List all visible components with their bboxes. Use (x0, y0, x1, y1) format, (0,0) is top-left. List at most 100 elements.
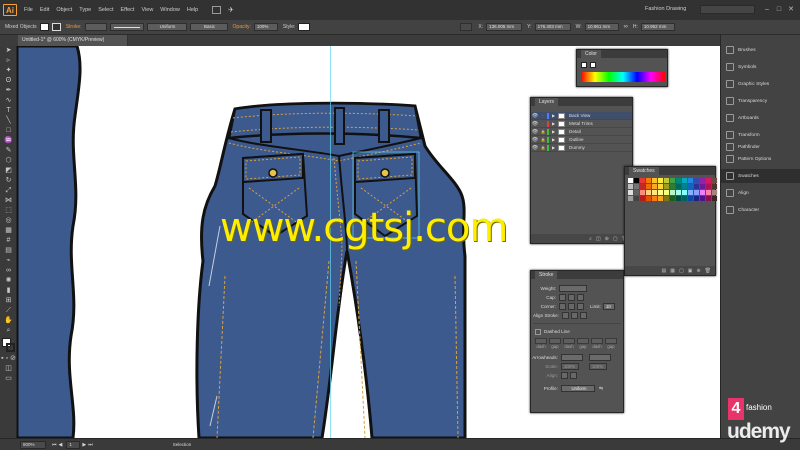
opacity-field[interactable]: 100% (253, 23, 278, 31)
menu-effect[interactable]: Effect (121, 7, 135, 13)
lock-icon[interactable]: ▫ (539, 113, 547, 118)
dock-character[interactable]: Character (721, 203, 800, 217)
make-clipping-mask-icon[interactable]: ◫ (596, 236, 601, 242)
hand-tool-icon[interactable]: ✋ (0, 316, 17, 326)
shaper-tool-icon[interactable]: ⬡ (0, 156, 17, 166)
dock-graphic-styles[interactable]: Graphic Styles (721, 77, 800, 91)
align-center-button[interactable] (562, 312, 569, 319)
screen-mode-icon[interactable]: ▭ (0, 374, 17, 384)
swatch[interactable] (676, 190, 681, 195)
opacity-label[interactable]: Opacity: (233, 24, 251, 30)
zoom-tool-icon[interactable]: ⌕ (0, 326, 17, 336)
start-scale-field[interactable]: 100% (561, 363, 579, 370)
menu-select[interactable]: Select (98, 7, 113, 13)
dock-pattern-options[interactable]: Pattern Options (721, 152, 800, 166)
swatch[interactable] (646, 196, 651, 201)
swatch[interactable] (652, 196, 657, 201)
swatch[interactable] (706, 178, 711, 183)
swatch[interactable] (634, 178, 639, 183)
arrow-tip-align-button[interactable] (561, 372, 568, 379)
constrain-icon[interactable]: ∞ (624, 24, 628, 30)
swatch-grid[interactable] (625, 175, 717, 204)
swatch[interactable] (688, 196, 693, 201)
minimize-icon[interactable]: – (762, 5, 772, 14)
pencil-tool-icon[interactable]: ✎ (0, 146, 17, 156)
stroke-label[interactable]: Stroke: (66, 24, 82, 30)
lock-icon[interactable]: 🔒 (539, 145, 547, 150)
width-tool-icon[interactable]: ⋈ (0, 196, 17, 206)
dock-swatches[interactable]: Swatches (721, 169, 800, 183)
end-arrowhead-select[interactable] (589, 354, 611, 361)
visibility-eye-icon[interactable]: 👁 (531, 129, 539, 135)
swatch[interactable] (628, 178, 633, 183)
swatch[interactable] (640, 178, 645, 183)
swatch[interactable] (652, 184, 657, 189)
style-swatch[interactable] (298, 23, 311, 31)
fill-swatch[interactable] (39, 23, 49, 31)
layer-row[interactable]: 👁 ▫ ▶ Back View (531, 112, 632, 120)
swatch[interactable] (712, 196, 717, 201)
dock-brushes[interactable]: Brushes (721, 43, 800, 57)
swatch[interactable] (640, 184, 645, 189)
swatch[interactable] (640, 196, 645, 201)
swatch[interactable] (688, 184, 693, 189)
projecting-cap-button[interactable] (577, 294, 584, 301)
layer-row[interactable]: 👁 🔒 ▶ Dummy (531, 144, 632, 152)
swatch[interactable] (700, 184, 705, 189)
brush-field[interactable]: Basic (189, 23, 228, 31)
document-tab[interactable]: Untitled-1* @ 600% (CMYK/Preview) (18, 35, 128, 46)
dock-transparency[interactable]: Transparency (721, 94, 800, 108)
profile-select[interactable]: Uniform (561, 385, 595, 392)
y-field[interactable]: 176.403 mm (534, 23, 571, 31)
stroke-panel-tab[interactable]: Stroke (535, 271, 558, 279)
search-input[interactable] (700, 5, 755, 14)
color-panel-tab[interactable]: Color (581, 50, 601, 58)
swatch[interactable] (628, 184, 633, 189)
menu-window[interactable]: Window (160, 7, 180, 13)
swatch[interactable] (646, 178, 651, 183)
swatch[interactable] (652, 190, 657, 195)
swatch[interactable] (682, 178, 687, 183)
swatch[interactable] (664, 196, 669, 201)
visibility-eye-icon[interactable]: 👁 (531, 137, 539, 143)
lasso-tool-icon[interactable]: ʘ (0, 76, 17, 86)
swatch[interactable] (682, 184, 687, 189)
pen-tool-icon[interactable]: ✒ (0, 86, 17, 96)
selection-tool-icon[interactable]: ➤ (0, 46, 17, 56)
line-tool-icon[interactable]: ╲ (0, 116, 17, 126)
swatch[interactable] (706, 196, 711, 201)
visibility-eye-icon[interactable]: 👁 (531, 145, 539, 151)
swatch[interactable] (670, 190, 675, 195)
layer-row[interactable]: 👁 🔒 ▶ Detail (531, 128, 632, 136)
layer-name[interactable]: Detail (569, 129, 581, 134)
swatch[interactable] (634, 184, 639, 189)
align-inside-button[interactable] (571, 312, 578, 319)
swatch[interactable] (682, 196, 687, 201)
last-artboard-icon[interactable]: ⏭ (88, 442, 93, 448)
new-layer-icon[interactable]: ▢ (613, 236, 618, 242)
gpu-icon[interactable]: ✈ (228, 6, 234, 14)
artboard-tool-icon[interactable]: ⊞ (0, 296, 17, 306)
swatch-library-icon[interactable]: ▤ (662, 268, 667, 274)
menu-file[interactable]: File (24, 7, 33, 13)
blend-tool-icon[interactable]: ∞ (0, 266, 17, 276)
new-sublayer-icon[interactable]: ⊕ (605, 236, 609, 242)
magic-wand-tool-icon[interactable]: ✦ (0, 66, 17, 76)
start-arrowhead-select[interactable] (561, 354, 583, 361)
new-swatch-icon[interactable]: ⊕ (696, 268, 700, 274)
current-tool-status[interactable]: Selection (173, 442, 192, 447)
swatch[interactable] (706, 184, 711, 189)
swatch[interactable] (634, 190, 639, 195)
swatch[interactable] (664, 190, 669, 195)
menu-view[interactable]: View (141, 7, 153, 13)
curvature-tool-icon[interactable]: ∿ (0, 96, 17, 106)
dock-symbols[interactable]: Symbols (721, 60, 800, 74)
swatch[interactable] (694, 178, 699, 183)
arrow-end-align-button[interactable] (570, 372, 577, 379)
swatch[interactable] (652, 178, 657, 183)
locate-object-icon[interactable]: ⌕ (589, 236, 592, 242)
variable-width-profile[interactable] (109, 23, 144, 31)
prev-artboard-icon[interactable]: ◀ (59, 442, 63, 448)
color-mode-icons[interactable]: ▪ ▫ ⊘ (0, 354, 17, 364)
graph-tool-icon[interactable]: ▮ (0, 286, 17, 296)
